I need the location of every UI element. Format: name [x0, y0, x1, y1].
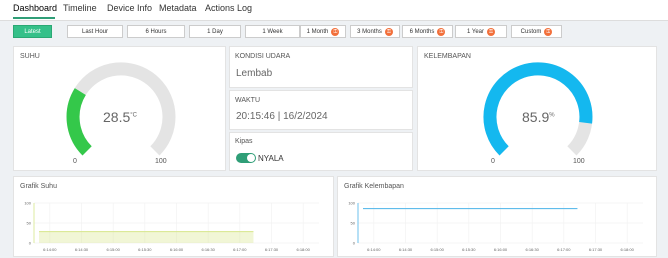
- x-tick-label: 6:14:30: [75, 247, 89, 252]
- lock-icon: ⚿: [437, 27, 446, 36]
- lock-icon: ⚿: [331, 27, 340, 36]
- lock-icon: ⚿: [487, 27, 496, 36]
- tab-device-info[interactable]: Device Info: [107, 3, 152, 13]
- grafik-kelembapan-card: Grafik Kelembapan 100 50 0 6:14:00 6:14:30 6:…: [337, 176, 657, 257]
- x-tick-label: 6:18:00: [620, 247, 634, 252]
- x-tick-label: 6:17:30: [265, 247, 279, 252]
- waktu-title: WAKTU: [235, 97, 261, 104]
- series-area: [39, 231, 254, 243]
- range-label: Custom: [520, 28, 542, 35]
- kelembapan-card: KELEMBAPAN 85.9% 0 100: [417, 46, 657, 171]
- range-label: 1 Year: [466, 28, 485, 35]
- x-tick-label: 6:15:30: [462, 247, 476, 252]
- range-label: Last Hour: [81, 28, 108, 35]
- range-button-6[interactable]: 3 Months ⚿: [350, 25, 400, 38]
- x-tick-label: 6:14:30: [399, 247, 413, 252]
- range-label: 1 Day: [207, 28, 223, 35]
- range-button-1[interactable]: Last Hour: [67, 25, 123, 38]
- suhu-gauge-fill: [66, 88, 92, 156]
- x-tick-label: 6:16:00: [170, 247, 184, 252]
- y-tick-label: 100: [348, 201, 355, 206]
- y-tick-label: 50: [351, 221, 356, 226]
- y-tick-label: 0: [353, 241, 356, 246]
- y-tick-label: 100: [24, 201, 31, 206]
- lock-icon: ⚿: [544, 27, 553, 36]
- y-tick-label: 0: [29, 241, 32, 246]
- x-tick-label: 6:15:00: [106, 247, 120, 252]
- top-nav: Dashboard Timeline Device Info Metadata …: [0, 0, 668, 21]
- kelembapan-max: 100: [573, 158, 585, 165]
- x-tick-label: 6:15:30: [138, 247, 152, 252]
- suhu-max: 100: [155, 158, 167, 165]
- kondisi-title: KONDISI UDARA: [235, 53, 291, 60]
- range-button-5[interactable]: 1 Month ⚿: [300, 25, 346, 38]
- suhu-card: SUHU 28.5°C 0 100: [13, 46, 226, 171]
- range-label: 6 Hours: [145, 28, 167, 35]
- range-button-7[interactable]: 6 Months ⚿: [402, 25, 453, 38]
- range-button-9[interactable]: Custom ⚿: [511, 25, 562, 38]
- kipas-state: NYALA: [258, 154, 284, 163]
- x-tick-label: 6:17:00: [233, 247, 247, 252]
- kipas-toggle[interactable]: [236, 153, 256, 163]
- x-tick-label: 6:18:00: [296, 247, 310, 252]
- kipas-title: Kipas: [235, 138, 253, 145]
- x-tick-label: 6:16:30: [525, 247, 539, 252]
- x-tick-label: 6:17:30: [589, 247, 603, 252]
- kondisi-udara-card: KONDISI UDARA Lembab: [229, 46, 413, 88]
- toggle-knob: [247, 154, 255, 162]
- active-tab-indicator: [13, 17, 55, 19]
- tab-dashboard[interactable]: Dashboard: [13, 3, 57, 13]
- range-label: 3 Months: [357, 28, 382, 35]
- x-tick-label: 6:14:00: [43, 247, 57, 252]
- grafik-suhu-chart: 100 50 0 6:14:00 6:14:30 6:15:00 6:15:30 6:16:0…: [24, 201, 319, 252]
- tab-metadata[interactable]: Metadata: [159, 3, 197, 13]
- range-button-4[interactable]: 1 Week: [245, 25, 300, 38]
- tab-timeline[interactable]: Timeline: [63, 3, 97, 13]
- range-button-3[interactable]: 1 Day: [189, 25, 241, 38]
- x-tick-label: 6:14:00: [367, 247, 381, 252]
- suhu-min: 0: [73, 158, 77, 165]
- x-tick-label: 6:17:00: [557, 247, 571, 252]
- grafik-suhu-card: Grafik Suhu 100 50 0 6:14:00 6:14:30 6:15:00 6…: [13, 176, 334, 257]
- grafik-kelembapan-chart: 100 50 0 6:14:00 6:14:30 6:15:00 6:15:30 6:16:0…: [348, 201, 643, 252]
- waktu-value: 20:15:46 | 16/2/2024: [236, 111, 328, 122]
- x-tick-label: 6:15:00: [430, 247, 444, 252]
- range-button-2[interactable]: 6 Hours: [127, 25, 185, 38]
- range-button-8[interactable]: 1 Year ⚿: [455, 25, 507, 38]
- range-label: 6 Months: [409, 28, 435, 35]
- range-button-0[interactable]: Latest: [13, 25, 52, 38]
- waktu-card: WAKTU 20:15:46 | 16/2/2024: [229, 90, 413, 130]
- range-label: 1 Month: [306, 28, 329, 35]
- kondisi-value: Lembab: [236, 68, 273, 79]
- range-label: Latest: [24, 28, 41, 35]
- y-tick-label: 50: [27, 221, 32, 226]
- x-tick-label: 6:16:00: [494, 247, 508, 252]
- x-tick-label: 6:16:30: [201, 247, 215, 252]
- suhu-value: 28.5°C: [103, 109, 137, 125]
- lock-icon: ⚿: [384, 27, 393, 36]
- tab-actions-log[interactable]: Actions Log: [205, 3, 252, 13]
- kelembapan-min: 0: [491, 158, 495, 165]
- range-label: 1 Week: [262, 28, 283, 35]
- kipas-card: Kipas NYALA: [229, 132, 413, 171]
- kelembapan-value: 85.9%: [522, 109, 555, 125]
